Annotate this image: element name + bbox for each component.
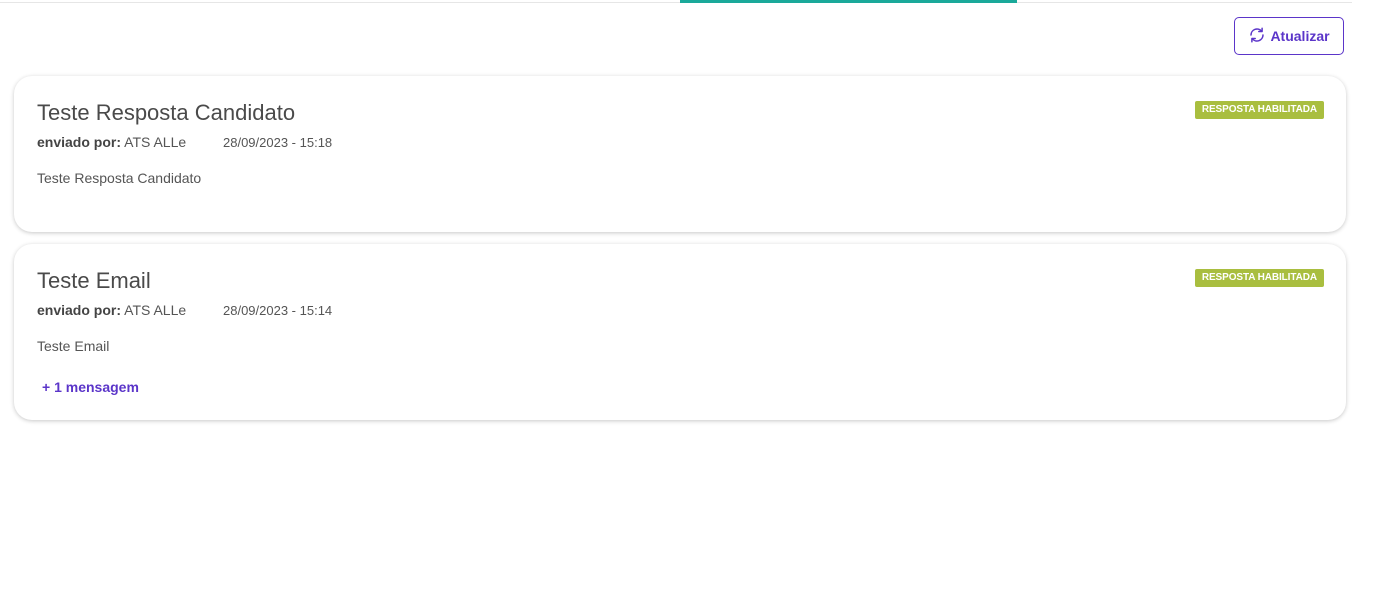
message-body: Teste Email (37, 338, 110, 354)
more-messages-link[interactable]: + 1 mensagem (42, 379, 139, 395)
sender-name: ATS ALLe (124, 134, 187, 150)
active-tab-indicator (680, 0, 1017, 3)
sender-name: ATS ALLe (124, 302, 187, 318)
sent-by-label: enviado por: (37, 302, 122, 318)
refresh-button[interactable]: Atualizar (1234, 17, 1344, 55)
message-card[interactable]: Teste Resposta Candidato enviado por: AT… (14, 76, 1346, 232)
message-datetime: 28/09/2023 - 15:18 (223, 135, 333, 150)
message-sender: enviado por: ATS ALLe (37, 302, 186, 318)
message-title: Teste Resposta Candidato (37, 100, 296, 125)
status-badge: RESPOSTA HABILITADA (1194, 101, 1324, 119)
refresh-icon (1248, 26, 1266, 47)
status-badge: RESPOSTA HABILITADA (1194, 269, 1324, 287)
sent-by-label: enviado por: (37, 134, 122, 150)
message-body: Teste Resposta Candidato (37, 170, 202, 186)
top-divider (0, 2, 1352, 3)
message-datetime: 28/09/2023 - 15:14 (223, 303, 333, 318)
message-title: Teste Email (37, 268, 151, 293)
message-sender: enviado por: ATS ALLe (37, 134, 186, 150)
message-card[interactable]: Teste Email enviado por: ATS ALLe 28/09/… (14, 244, 1346, 420)
refresh-button-label: Atualizar (1270, 28, 1330, 44)
